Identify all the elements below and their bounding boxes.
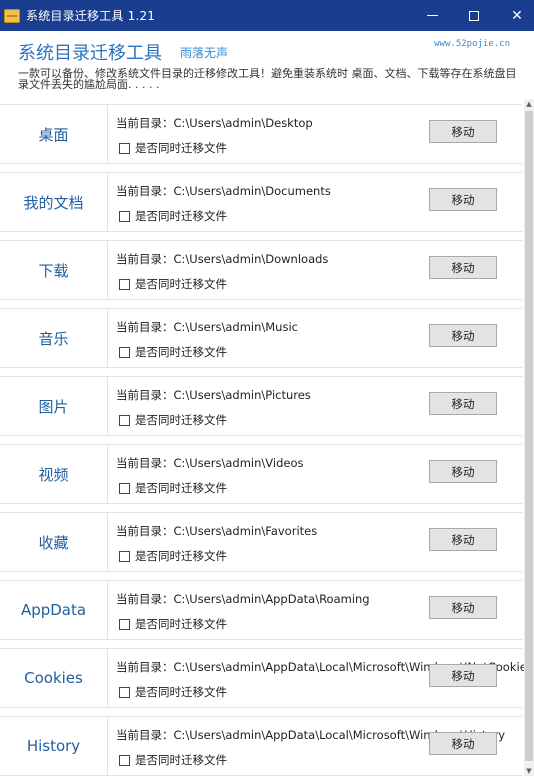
folder-icon [4,8,20,23]
checkbox-box[interactable] [119,210,130,222]
move-button[interactable]: 移动 [429,460,497,483]
move-files-checkbox[interactable]: 是否同时迁移文件 [119,412,227,428]
move-files-checkbox[interactable]: 是否同时迁移文件 [119,344,227,360]
folder-name: 桌面 [0,105,108,163]
close-button[interactable]: ✕ [495,0,534,31]
move-files-checkbox[interactable]: 是否同时迁移文件 [119,752,227,768]
current-path: 当前目录：C:\Users\admin\AppData\Roaming [116,592,370,606]
move-files-checkbox[interactable]: 是否同时迁移文件 [119,616,227,632]
folder-row-appdata: AppData 当前目录：C:\Users\admin\AppData\Roam… [0,580,522,640]
move-button[interactable]: 移动 [429,732,497,755]
move-files-checkbox[interactable]: 是否同时迁移文件 [119,140,227,156]
app-window: 系统目录迁移工具 1.21 ✕ 系统目录迁移工具 雨落无声 www.52poji… [0,0,534,776]
checkbox-box[interactable] [119,686,130,698]
app-description: 一款可以备份、修改系统文件目录的迁移修改工具！避免重装系统时 桌面、文档、下载等… [18,67,517,91]
folder-row-downloads: 下载 当前目录：C:\Users\admin\Downloads 是否同时迁移文… [0,240,522,300]
app-heading: 系统目录迁移工具 [18,43,162,64]
author-name: 雨落无声 [180,46,229,60]
checkbox-label: 是否同时迁移文件 [135,345,227,359]
close-icon: ✕ [511,7,523,24]
move-files-checkbox[interactable]: 是否同时迁移文件 [119,684,227,700]
checkbox-label: 是否同时迁移文件 [135,481,227,495]
move-button[interactable]: 移动 [429,324,497,347]
move-files-checkbox[interactable]: 是否同时迁移文件 [119,548,227,564]
folder-name: 音乐 [0,309,108,367]
move-button[interactable]: 移动 [429,120,497,143]
scroll-down-icon[interactable]: ▼ [524,766,534,776]
folder-name: Cookies [0,649,108,707]
checkbox-label: 是否同时迁移文件 [135,141,227,155]
current-path: 当前目录：C:\Users\admin\Music [116,320,298,334]
maximize-button[interactable] [452,0,496,31]
folder-name: 收藏 [0,513,108,571]
folder-list: 桌面 当前目录：C:\Users\admin\Desktop 是否同时迁移文件 … [0,99,524,776]
checkbox-box[interactable] [119,346,130,358]
move-button[interactable]: 移动 [429,664,497,687]
folder-row-music: 音乐 当前目录：C:\Users\admin\Music 是否同时迁移文件 移动 [0,308,522,368]
move-button[interactable]: 移动 [429,528,497,551]
folder-name: 下载 [0,241,108,299]
current-path: 当前目录：C:\Users\admin\Desktop [116,116,313,130]
move-button[interactable]: 移动 [429,596,497,619]
folder-row-pictures: 图片 当前目录：C:\Users\admin\Pictures 是否同时迁移文件… [0,376,522,436]
folder-name: History [0,717,108,775]
checkbox-box[interactable] [119,414,130,426]
checkbox-label: 是否同时迁移文件 [135,685,227,699]
title-bar[interactable]: 系统目录迁移工具 1.21 ✕ [0,0,534,31]
checkbox-label: 是否同时迁移文件 [135,617,227,631]
move-files-checkbox[interactable]: 是否同时迁移文件 [119,276,227,292]
checkbox-label: 是否同时迁移文件 [135,549,227,563]
move-files-checkbox[interactable]: 是否同时迁移文件 [119,480,227,496]
minimize-button[interactable] [410,0,454,31]
checkbox-box[interactable] [119,482,130,494]
folder-name: 我的文档 [0,173,108,231]
current-path: 当前目录：C:\Users\admin\Favorites [116,524,318,538]
current-path: 当前目录：C:\Users\admin\Videos [116,456,304,470]
site-link[interactable]: www.52pojie.cn [434,39,510,49]
move-files-checkbox[interactable]: 是否同时迁移文件 [119,208,227,224]
folder-name: AppData [0,581,108,639]
minimize-icon [426,15,438,16]
move-button[interactable]: 移动 [429,256,497,279]
folder-row-history: History 当前目录：C:\Users\admin\AppData\Loca… [0,716,522,776]
checkbox-box[interactable] [119,618,130,630]
move-button[interactable]: 移动 [429,392,497,415]
maximize-icon [469,10,479,21]
folder-row-cookies: Cookies 当前目录：C:\Users\admin\AppData\Loca… [0,648,524,708]
checkbox-label: 是否同时迁移文件 [135,753,227,767]
current-path: 当前目录：C:\Users\admin\Documents [116,184,331,198]
window-title: 系统目录迁移工具 1.21 [26,9,156,23]
scroll-up-icon[interactable]: ▲ [524,99,534,109]
folder-name: 图片 [0,377,108,435]
move-button[interactable]: 移动 [429,188,497,211]
checkbox-box[interactable] [119,142,130,154]
vertical-scrollbar[interactable]: ▲ ▼ [524,99,534,776]
checkbox-label: 是否同时迁移文件 [135,277,227,291]
folder-row-desktop: 桌面 当前目录：C:\Users\admin\Desktop 是否同时迁移文件 … [0,104,522,164]
current-path: 当前目录：C:\Users\admin\Pictures [116,388,311,402]
checkbox-box[interactable] [119,278,130,290]
current-path: 当前目录：C:\Users\admin\Downloads [116,252,329,266]
checkbox-box[interactable] [119,550,130,562]
folder-row-videos: 视频 当前目录：C:\Users\admin\Videos 是否同时迁移文件 移… [0,444,522,504]
folder-row-favorites: 收藏 当前目录：C:\Users\admin\Favorites 是否同时迁移文… [0,512,522,572]
checkbox-box[interactable] [119,754,130,766]
folder-row-documents: 我的文档 当前目录：C:\Users\admin\Documents 是否同时迁… [0,172,522,232]
checkbox-label: 是否同时迁移文件 [135,209,227,223]
checkbox-label: 是否同时迁移文件 [135,413,227,427]
header: 系统目录迁移工具 雨落无声 www.52pojie.cn 一款可以备份、修改系统… [0,31,534,99]
scrollbar-thumb[interactable] [525,111,533,761]
folder-name: 视频 [0,445,108,503]
